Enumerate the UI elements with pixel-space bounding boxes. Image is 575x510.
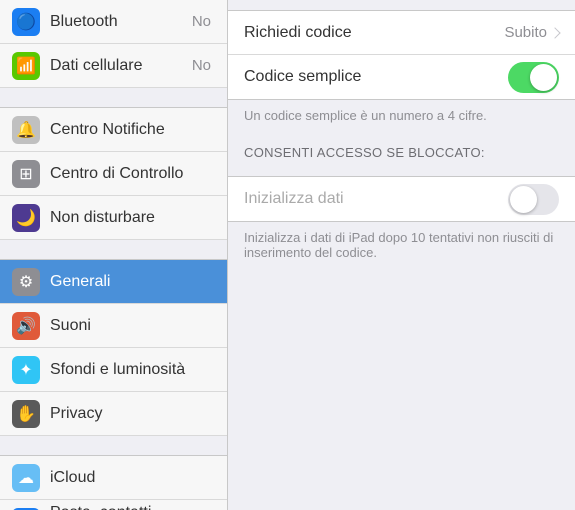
- sidebar-item-generali[interactable]: ⚙ Generali: [0, 260, 227, 304]
- sidebar-item-icloud[interactable]: ☁ iCloud: [0, 456, 227, 500]
- sidebar-item-label-suoni: Suoni: [50, 317, 215, 335]
- generali-icon: ⚙: [12, 268, 40, 296]
- row-richiedi-codice[interactable]: Richiedi codiceSubito: [228, 11, 575, 55]
- codice-note: Un codice semplice è un numero a 4 cifre…: [228, 100, 575, 133]
- sfondi-icon: ✦: [12, 356, 40, 384]
- sidebar-item-sfondi[interactable]: ✦ Sfondi e luminosità: [0, 348, 227, 392]
- sidebar-item-label-privacy: Privacy: [50, 405, 215, 423]
- sidebar-item-disturbare[interactable]: 🌙 Non disturbare: [0, 196, 227, 240]
- sidebar-item-bluetooth[interactable]: 🔵 BluetoothNo: [0, 0, 227, 44]
- toggle-codice-semplice[interactable]: [508, 62, 559, 93]
- sidebar-item-label-posta: Posta, contatti, calendari: [50, 504, 215, 510]
- row-codice-semplice: Codice semplice: [228, 55, 575, 99]
- sidebar-item-label-notifiche: Centro Notifiche: [50, 121, 215, 139]
- sidebar-item-privacy[interactable]: ✋ Privacy: [0, 392, 227, 436]
- row-value-richiedi-codice: Subito: [504, 24, 547, 41]
- suoni-icon: 🔊: [12, 312, 40, 340]
- sidebar-item-label-controllo: Centro di Controllo: [50, 165, 215, 183]
- privacy-icon: ✋: [12, 400, 40, 428]
- sidebar-item-label-bluetooth: Bluetooth: [50, 13, 192, 31]
- sidebar-separator: [0, 240, 227, 260]
- section-title: CONSENTI ACCESSO SE BLOCCATO:: [228, 133, 575, 166]
- sidebar-item-label-icloud: iCloud: [50, 469, 215, 487]
- bottom-section: Inizializza dati: [228, 176, 575, 222]
- notifiche-icon: 🔔: [12, 116, 40, 144]
- sidebar-separator: [0, 436, 227, 456]
- inizializza-note: Inizializza i dati di iPad dopo 10 tenta…: [228, 222, 575, 270]
- sidebar-item-cellular[interactable]: 📶 Dati cellulareNo: [0, 44, 227, 88]
- sidebar-item-label-disturbare: Non disturbare: [50, 209, 215, 227]
- top-section: Richiedi codiceSubito Codice semplice: [228, 10, 575, 100]
- sidebar-item-controllo[interactable]: ⊞ Centro di Controllo: [0, 152, 227, 196]
- bluetooth-icon: 🔵: [12, 8, 40, 36]
- row-label-codice-semplice: Codice semplice: [244, 68, 508, 86]
- sidebar-item-label-cellular: Dati cellulare: [50, 57, 192, 75]
- row-label-inizializza-dati: Inizializza dati: [244, 190, 508, 208]
- sidebar-item-suoni[interactable]: 🔊 Suoni: [0, 304, 227, 348]
- row-inizializza-dati: Inizializza dati: [228, 177, 575, 221]
- controllo-icon: ⊞: [12, 160, 40, 188]
- sidebar-item-label-sfondi: Sfondi e luminosità: [50, 361, 215, 379]
- sidebar-item-label-generali: Generali: [50, 273, 215, 291]
- main-content: Richiedi codiceSubito Codice semplice Un c…: [228, 0, 575, 510]
- disturbare-icon: 🌙: [12, 204, 40, 232]
- toggle-knob: [510, 186, 537, 213]
- sidebar-separator: [0, 88, 227, 108]
- cellular-icon: 📶: [12, 52, 40, 80]
- chevron-icon: [549, 27, 560, 38]
- sidebar-item-value-cellular: No: [192, 57, 211, 74]
- toggle-inizializza-dati[interactable]: [508, 184, 559, 215]
- row-label-richiedi-codice: Richiedi codice: [244, 24, 504, 42]
- icloud-icon: ☁: [12, 464, 40, 492]
- sidebar: 🔵BluetoothNo📶Dati cellulareNo🔔Centro Not…: [0, 0, 228, 510]
- sidebar-item-notifiche[interactable]: 🔔 Centro Notifiche: [0, 108, 227, 152]
- toggle-knob: [530, 64, 557, 91]
- sidebar-item-posta[interactable]: ✉Posta, contatti, calendari: [0, 500, 227, 510]
- sidebar-item-value-bluetooth: No: [192, 13, 211, 30]
